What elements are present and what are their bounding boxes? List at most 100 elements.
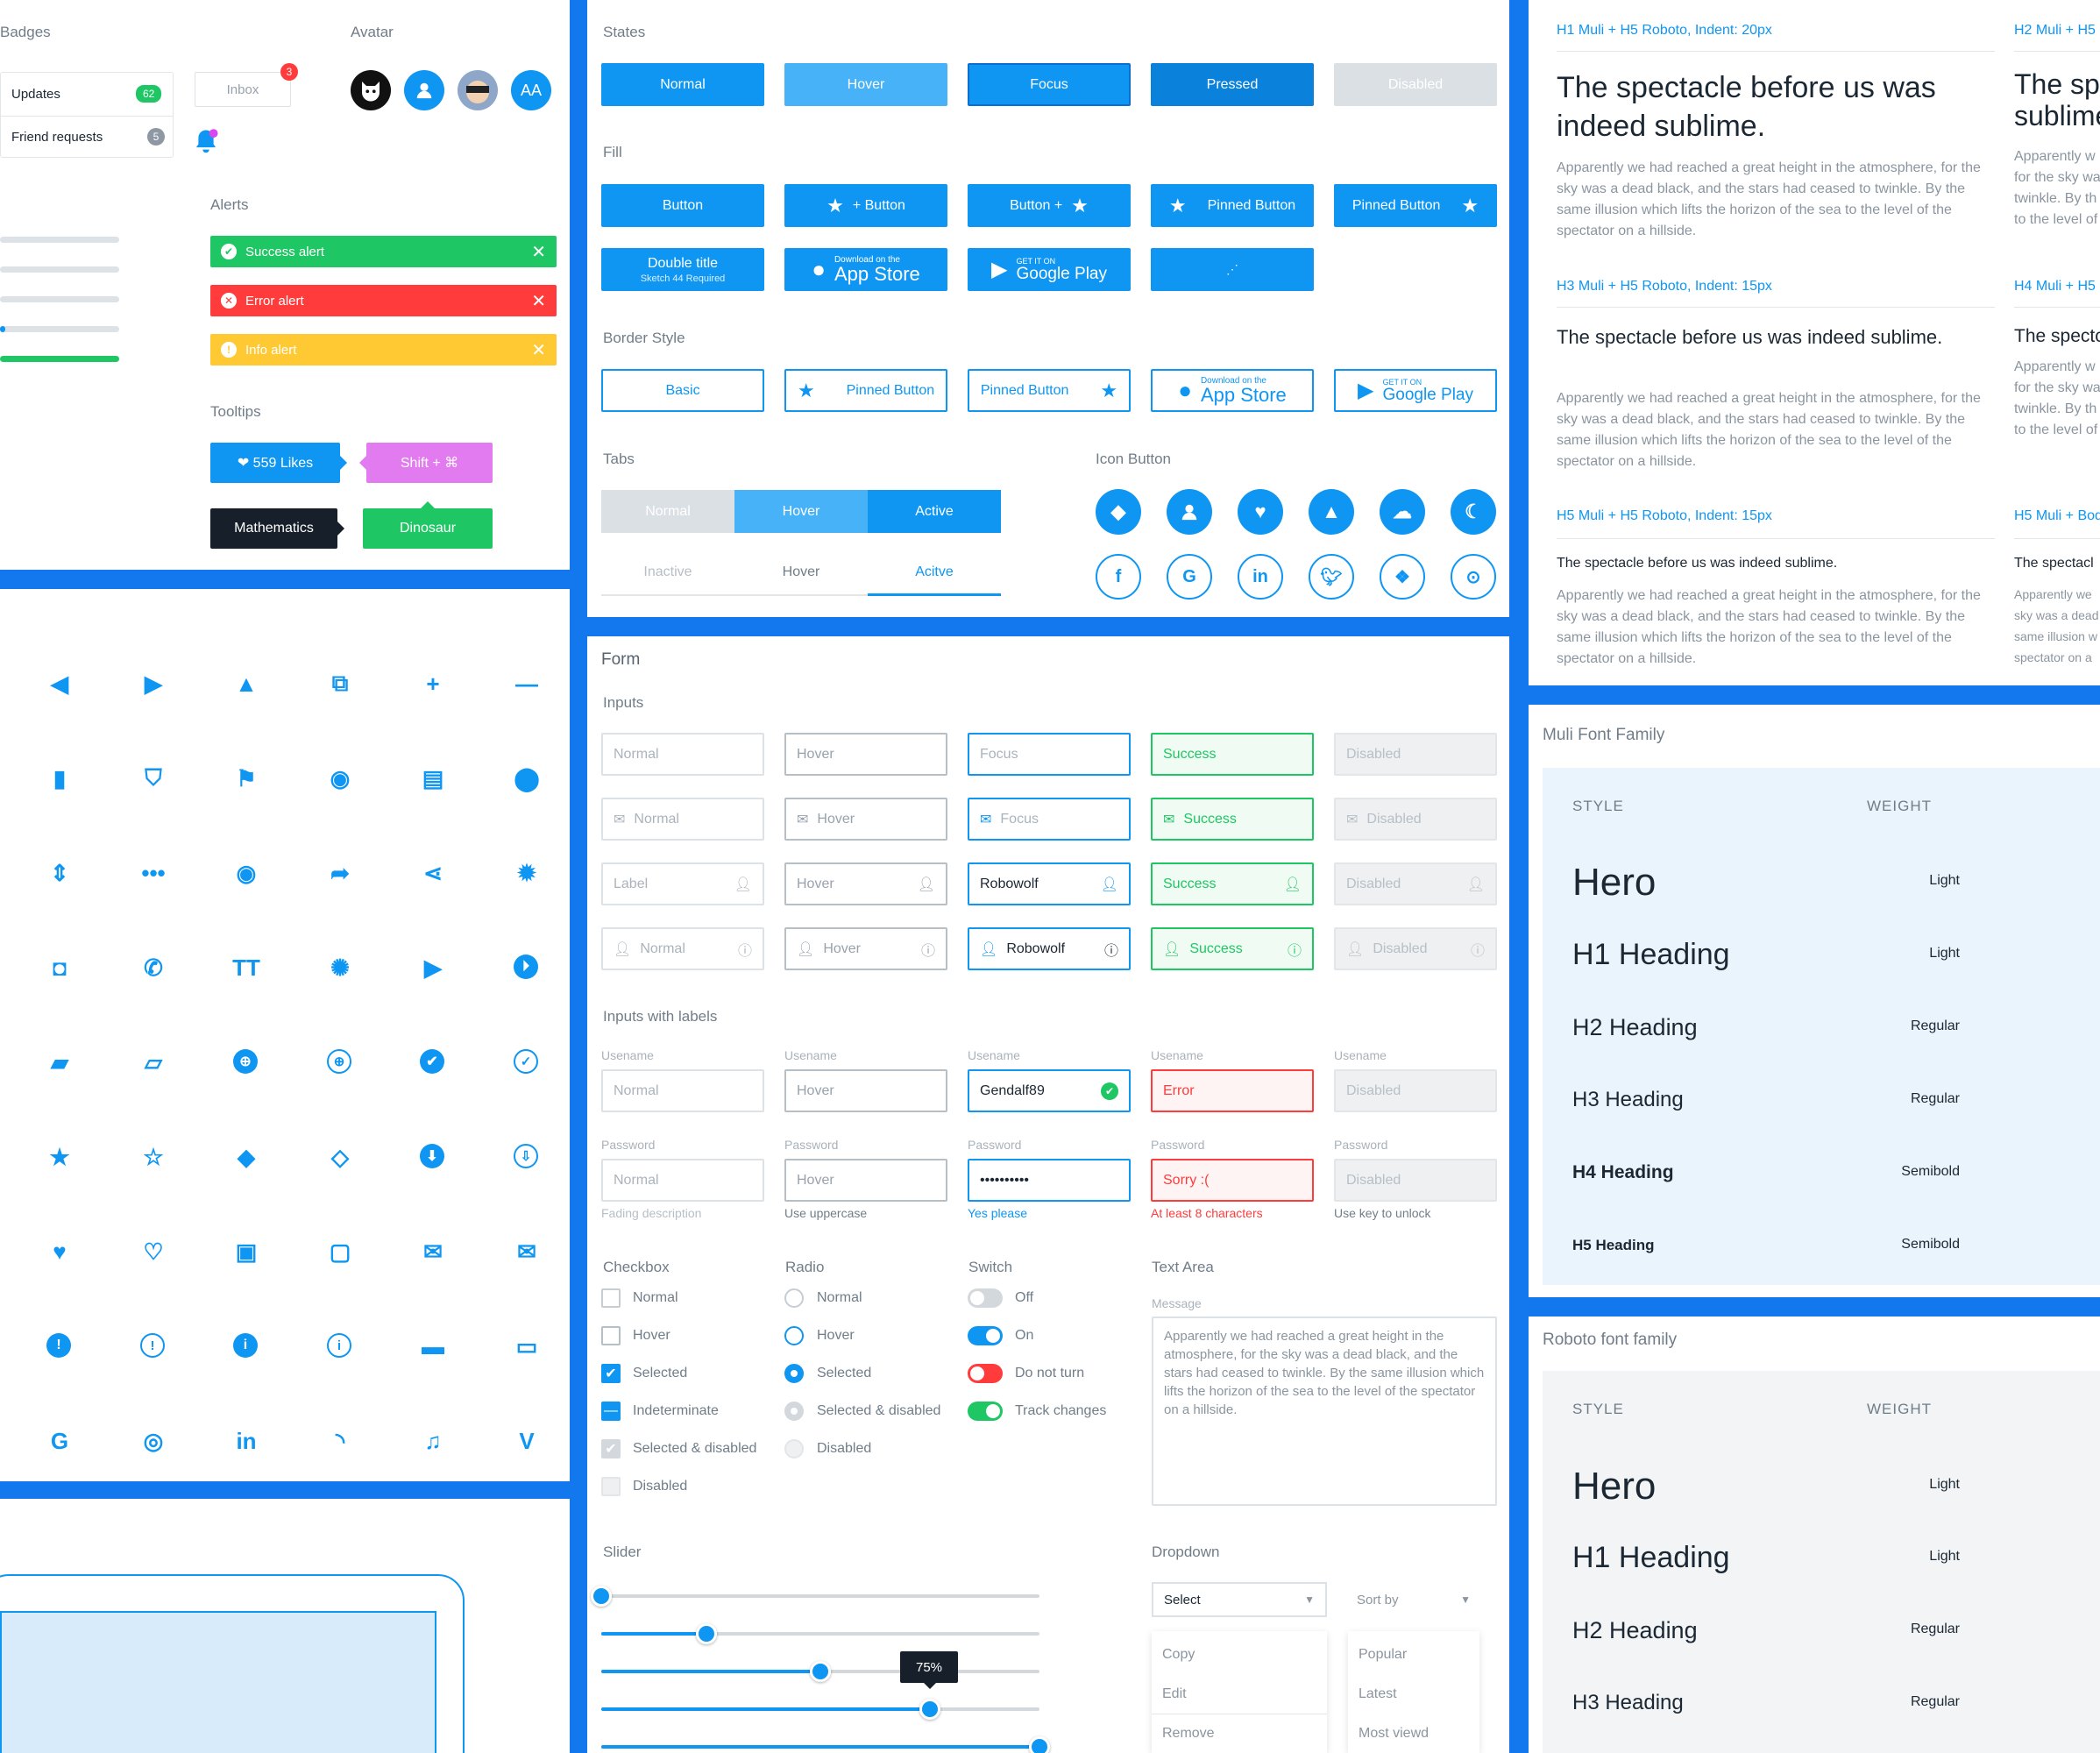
fill-button-star[interactable]: Button + ★	[968, 184, 1131, 227]
input-success-row3[interactable]: Success 👤︎	[1151, 862, 1314, 905]
password-input[interactable]: Normal	[601, 1159, 764, 1202]
external-link-icon[interactable]: ⧉	[327, 670, 353, 697]
input-success-row4[interactable]: 👤︎ Success ⓘ	[1151, 927, 1314, 970]
input-focus-row4[interactable]: 👤︎ Robowolf ⓘ	[968, 927, 1131, 970]
twitter-icon-button[interactable]: 🐦︎	[1309, 554, 1354, 600]
input-normal-row3[interactable]: Label 👤︎	[601, 862, 764, 905]
diamond-icon-button[interactable]: ◆	[1096, 489, 1141, 535]
password-input[interactable]: ••••••••••	[968, 1159, 1131, 1202]
avatar-photo[interactable]	[458, 70, 498, 110]
sortby-dropdown[interactable]: Sort by ▼	[1348, 1582, 1479, 1617]
radio-button[interactable]	[784, 1288, 804, 1308]
play-icon[interactable]: ▶	[420, 955, 446, 981]
flag-icon[interactable]: ⚑	[233, 765, 259, 791]
input-normal-row1[interactable]: Normal	[601, 733, 764, 776]
linkedin-icon-button[interactable]: in	[1238, 554, 1283, 600]
github-icon-button[interactable]: ⊙	[1451, 554, 1496, 600]
input-normal-row2[interactable]: ✉ Normal	[601, 798, 764, 841]
input-focus-row2[interactable]: ✉ Focus	[968, 798, 1131, 841]
input-hover-row4[interactable]: 👤︎ Hover ⓘ	[784, 927, 947, 970]
loading-button[interactable]: ⋰	[1151, 248, 1314, 291]
inbox-button[interactable]: Inbox	[195, 72, 291, 107]
twitter-icon[interactable]: ♫	[420, 1428, 446, 1454]
star-filled-icon[interactable]: ★	[46, 1144, 73, 1170]
briefcase-outline-icon[interactable]: ▱	[140, 1049, 167, 1075]
diamond-filled-icon[interactable]: ◆	[233, 1144, 259, 1170]
tab-active[interactable]: Active	[868, 490, 1001, 533]
alert-circle-outline-icon[interactable]: !	[140, 1333, 165, 1358]
slider-track[interactable]	[601, 1736, 1050, 1753]
slider-handle[interactable]	[919, 1699, 940, 1720]
heart-filled-icon[interactable]: ♥	[46, 1238, 73, 1265]
compass-icon[interactable]: ◉	[327, 765, 353, 791]
fill-pinned-right[interactable]: Pinned Button ★	[1334, 184, 1497, 227]
input-success-row2[interactable]: ✉ Success	[1151, 798, 1314, 841]
heart-icon-button[interactable]: ♥	[1238, 489, 1283, 535]
checkbox[interactable]: ✔	[601, 1364, 621, 1383]
download-circle-filled-icon[interactable]: ⬇	[420, 1144, 444, 1168]
border-basic-button[interactable]: Basic	[601, 369, 764, 412]
moon-icon-button[interactable]: ☾	[1451, 489, 1496, 535]
triangle-up-icon[interactable]: ▲	[233, 671, 259, 697]
diamond-outline-icon[interactable]: ◇	[327, 1144, 353, 1170]
state-focus-button[interactable]: Focus	[968, 63, 1131, 106]
tab-normal[interactable]: Normal	[601, 490, 734, 533]
facebook-icon-button[interactable]: f	[1096, 554, 1141, 600]
mail-outline-icon[interactable]: ✉	[514, 1238, 540, 1265]
check-circle-outline-icon[interactable]: ✓	[514, 1049, 538, 1074]
loading-icon[interactable]: ✺	[327, 955, 353, 981]
toggle-switch[interactable]	[968, 1364, 1003, 1383]
dropbox-icon-button[interactable]: ❖	[1380, 554, 1425, 600]
menu-item-copy[interactable]: Copy	[1162, 1647, 1195, 1663]
googleplay-button[interactable]: ▶ GET IT ON Google Play	[968, 248, 1131, 291]
briefcase-filled-icon[interactable]: ▰	[46, 1049, 73, 1075]
phone-icon[interactable]: ✆	[140, 955, 167, 981]
fill-star-button[interactable]: ★ + Button	[784, 184, 947, 227]
lock-outline-icon[interactable]: ▢	[327, 1238, 353, 1265]
vimeo-icon[interactable]: V	[514, 1428, 540, 1454]
play-circle-icon[interactable]: ⏵	[514, 955, 538, 979]
slider-handle[interactable]	[1029, 1736, 1050, 1753]
more-dots-icon[interactable]: •••	[140, 860, 167, 886]
basket-icon[interactable]: ⛉	[140, 764, 167, 791]
message-textarea[interactable]: Apparently we had reached a great height…	[1152, 1317, 1497, 1506]
plus-circle-outline-icon[interactable]: ⊕	[327, 1049, 351, 1074]
google-icon-button[interactable]: G	[1167, 554, 1212, 600]
download-circle-outline-icon[interactable]: ⇩	[514, 1144, 538, 1168]
border-pinned-right[interactable]: Pinned Button ★	[968, 369, 1131, 412]
username-input[interactable]: Hover	[784, 1069, 947, 1112]
linkedin-icon[interactable]: in	[233, 1428, 259, 1454]
text-size-icon[interactable]: TT	[232, 955, 260, 981]
bookmark-icon[interactable]: ▮	[46, 765, 73, 791]
toggle-switch[interactable]	[968, 1402, 1003, 1421]
plus-circle-filled-icon[interactable]: ⊕	[233, 1049, 258, 1074]
rss-icon[interactable]: ◝	[327, 1428, 353, 1454]
border-appstore-button[interactable]: ● Download on the App Store	[1151, 369, 1314, 412]
slider-handle[interactable]	[810, 1661, 831, 1682]
tab-hover[interactable]: Hover	[734, 490, 868, 533]
menu-item-remove[interactable]: Remove	[1162, 1726, 1215, 1742]
input-hover-row1[interactable]: Hover	[784, 733, 947, 776]
slider-track[interactable]	[591, 1586, 1039, 1607]
info-circle-outline-icon[interactable]: i	[327, 1333, 351, 1358]
avatar-cat[interactable]	[351, 70, 391, 110]
google-icon[interactable]: G	[46, 1428, 73, 1454]
checkbox[interactable]	[601, 1288, 621, 1308]
radio-button[interactable]	[784, 1364, 804, 1383]
minus-icon[interactable]: —	[514, 671, 540, 697]
menu-item-popular[interactable]: Popular	[1359, 1647, 1407, 1663]
input-hover-row3[interactable]: Hover 👤︎	[784, 862, 947, 905]
slider-handle[interactable]	[591, 1586, 612, 1607]
bell-icon[interactable]	[193, 128, 219, 163]
input-hover-row2[interactable]: ✉ Hover	[784, 798, 947, 841]
user-icon-button[interactable]	[1167, 489, 1212, 535]
mail-filled-icon[interactable]: ✉	[420, 1238, 446, 1265]
instagram-icon[interactable]: ◎	[140, 1428, 167, 1454]
tab-active-2[interactable]: Acitve	[868, 564, 1001, 580]
star-outline-icon[interactable]: ☆	[140, 1144, 167, 1170]
username-input[interactable]: Gendalf89 ✔	[968, 1069, 1131, 1112]
password-input[interactable]: Sorry :(	[1151, 1159, 1314, 1202]
gear-icon[interactable]: ✹	[514, 860, 540, 886]
password-input[interactable]: Hover	[784, 1159, 947, 1202]
badge-friend-label[interactable]: Friend requests	[11, 130, 103, 145]
